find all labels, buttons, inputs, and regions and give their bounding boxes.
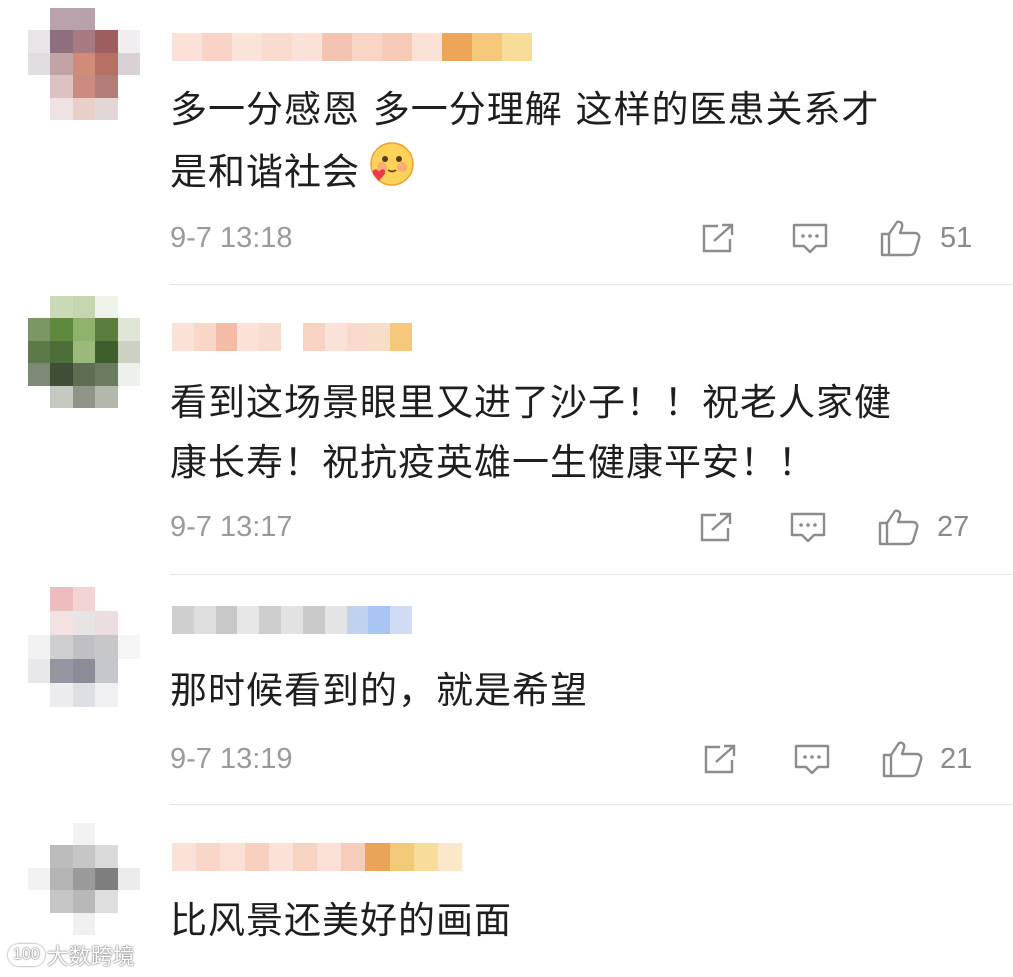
share-icon[interactable] bbox=[696, 218, 740, 258]
thumbs-up-icon[interactable] bbox=[876, 507, 920, 547]
comment-item: 比风景还美好的画面 bbox=[0, 807, 1013, 977]
watermark-text: 大数跨境 bbox=[46, 944, 135, 969]
watermark-logo-icon: 100 bbox=[8, 944, 45, 966]
comment-meta: 9-7 13:18 51 bbox=[0, 218, 1013, 258]
comment-meta: 9-7 13:17 27 bbox=[0, 507, 1013, 547]
comment-item: 那时候看到的，就是希望 9-7 13:19 21 bbox=[0, 575, 1013, 807]
comment-text-line: 看到这场景眼里又进了沙子！！祝老人家健 bbox=[170, 381, 892, 424]
thumbs-up-icon[interactable] bbox=[880, 739, 924, 779]
username-blurred[interactable] bbox=[172, 33, 532, 61]
avatar[interactable] bbox=[28, 296, 140, 408]
comment-text-line: 那时候看到的，就是希望 bbox=[170, 669, 588, 712]
share-icon[interactable] bbox=[698, 739, 742, 779]
like-count: 51 bbox=[940, 222, 973, 254]
comment-text: 看到这场景眼里又进了沙子！！祝老人家健 康长寿！祝抗疫英雄一生健康平安！！ bbox=[170, 373, 970, 493]
comment-icon[interactable] bbox=[788, 218, 832, 258]
timestamp: 9-7 13:17 bbox=[170, 511, 293, 543]
comment-text-line: 比风景还美好的画面 bbox=[170, 899, 512, 942]
comment-text: 比风景还美好的画面 bbox=[170, 891, 970, 951]
comment-item: 多一分感恩 多一分理解 这样的医患关系才 是和谐社会 9-7 13:18 51 bbox=[0, 0, 1013, 285]
comment-text-line: 多一分感恩 多一分理解 这样的医患关系才 bbox=[170, 88, 880, 131]
username-blurred[interactable] bbox=[172, 606, 412, 634]
comment-text: 多一分感恩 多一分理解 这样的医患关系才 是和谐社会 bbox=[170, 80, 970, 208]
comment-text-line: 康长寿！祝抗疫英雄一生健康平安！！ bbox=[170, 441, 816, 484]
like-count: 21 bbox=[940, 743, 973, 775]
username-blurred[interactable] bbox=[172, 843, 463, 871]
blush-heart-emoji-icon bbox=[366, 140, 416, 208]
avatar[interactable] bbox=[28, 587, 140, 707]
timestamp: 9-7 13:19 bbox=[170, 743, 293, 775]
comment-meta: 9-7 13:19 21 bbox=[0, 739, 1013, 779]
comment-icon[interactable] bbox=[786, 507, 830, 547]
comment-text-line: 是和谐社会 bbox=[170, 140, 970, 208]
username-blurred[interactable] bbox=[172, 323, 412, 351]
comment-text: 那时候看到的，就是希望 bbox=[170, 661, 970, 721]
avatar[interactable] bbox=[28, 823, 140, 935]
timestamp: 9-7 13:18 bbox=[170, 222, 293, 254]
like-count: 27 bbox=[937, 511, 970, 543]
thumbs-up-icon[interactable] bbox=[878, 218, 922, 258]
divider bbox=[170, 804, 1013, 805]
comment-icon[interactable] bbox=[790, 739, 834, 779]
avatar[interactable] bbox=[28, 8, 140, 120]
share-icon[interactable] bbox=[694, 507, 738, 547]
comment-item: 看到这场景眼里又进了沙子！！祝老人家健 康长寿！祝抗疫英雄一生健康平安！！ 9-… bbox=[0, 285, 1013, 575]
watermark: 100 大数跨境 bbox=[8, 939, 135, 971]
